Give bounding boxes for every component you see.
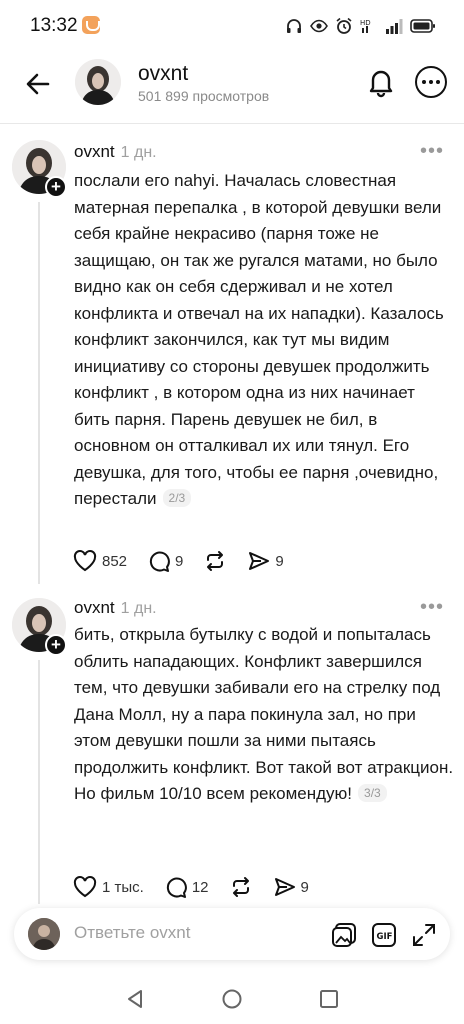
post-time: 1 дн. (120, 144, 157, 161)
post-menu-icon[interactable]: ••• (420, 597, 444, 617)
nav-home-icon[interactable] (221, 988, 243, 1010)
post-text: послали его nahyi. Началась словестная м… (74, 168, 454, 513)
battery-icon (410, 19, 435, 33)
heart-icon (73, 876, 97, 898)
headphones-icon (287, 19, 301, 33)
share-button[interactable]: 9 (273, 875, 309, 899)
status-time: 13:32 (30, 15, 78, 36)
repost-icon (207, 551, 224, 571)
back-arrow-icon[interactable] (22, 68, 54, 100)
reply-count: 9 (175, 552, 184, 570)
post-menu-icon[interactable]: ••• (420, 141, 444, 161)
status-icons: HD (285, 15, 436, 37)
reply-count: 12 (191, 878, 209, 896)
post-author-name[interactable]: ovxnt (74, 142, 115, 161)
share-icon (249, 552, 270, 570)
follow-plus-icon[interactable]: + (45, 176, 67, 198)
bell-icon[interactable] (366, 66, 396, 98)
share-icon (274, 878, 295, 896)
follow-plus-icon[interactable]: + (45, 634, 67, 656)
like-button[interactable]: 852 (72, 549, 127, 573)
post-author[interactable]: ovxnt 1 дн. (74, 142, 157, 162)
status-bar: 13:32 HD (0, 0, 464, 52)
thread-line (38, 202, 40, 584)
post-page-indicator: 3/3 (358, 784, 387, 802)
nav-back-icon[interactable] (124, 988, 146, 1010)
like-button[interactable]: 1 тыс. (72, 875, 144, 899)
repost-icon (232, 877, 249, 897)
share-count: 9 (275, 552, 284, 570)
like-count: 1 тыс. (102, 878, 144, 896)
like-count: 852 (102, 552, 128, 570)
gallery-icon[interactable] (330, 921, 358, 949)
reply-icon (149, 551, 170, 572)
post-text: бить, открыла бутылку с водой и попытала… (74, 622, 454, 808)
heart-icon (73, 550, 97, 572)
share-button[interactable]: 9 (247, 549, 284, 573)
thread-header: ovxnt 501 899 просмотров (0, 52, 464, 114)
post-time: 1 дн. (120, 600, 157, 617)
repost-button[interactable] (203, 549, 227, 573)
reply-button[interactable]: 9 (147, 549, 183, 573)
repost-button[interactable] (229, 875, 253, 899)
share-count: 9 (300, 878, 309, 896)
reply-button[interactable]: 12 (164, 875, 209, 899)
post-author-name[interactable]: ovxnt (74, 598, 115, 617)
gif-icon[interactable]: GIF (370, 921, 398, 949)
header-avatar[interactable] (75, 59, 121, 105)
svg-text:HD: HD (360, 19, 371, 27)
thread-post-1: + ovxnt 1 дн. ••• послали его nahyi. Нача… (0, 124, 464, 584)
header-views: 501 899 просмотров (138, 88, 270, 104)
reply-bar[interactable]: Ответьте ovxnt GIF (14, 908, 450, 960)
thread-line (38, 660, 40, 904)
more-icon[interactable] (415, 66, 447, 98)
post-page-indicator: 2/3 (162, 489, 192, 507)
post-actions: 1 тыс. 12 9 (72, 872, 329, 902)
signal-icon (386, 19, 403, 34)
post-text-body: послали его nahyi. Началась словестная м… (74, 171, 444, 508)
alarm-icon (336, 17, 352, 34)
system-nav-bar (0, 970, 464, 1024)
expand-icon[interactable] (410, 921, 438, 949)
post-actions: 852 9 9 (72, 546, 304, 576)
hd-icon: HD (360, 19, 371, 33)
reply-icon (166, 877, 187, 898)
nav-recents-icon[interactable] (318, 988, 340, 1010)
svg-text:GIF: GIF (377, 932, 393, 942)
header-username[interactable]: ovxnt (138, 62, 188, 86)
post-author[interactable]: ovxnt 1 дн. (74, 598, 157, 618)
eye-icon (310, 19, 328, 33)
notification-badge-icon (82, 16, 100, 34)
reply-input[interactable]: Ответьте ovxnt (74, 923, 190, 943)
thread-post-2: + ovxnt 1 дн. ••• бить, открыла бутылку с… (0, 584, 464, 904)
post-text-body: бить, открыла бутылку с водой и попытала… (74, 625, 454, 803)
reply-user-avatar (28, 918, 60, 950)
